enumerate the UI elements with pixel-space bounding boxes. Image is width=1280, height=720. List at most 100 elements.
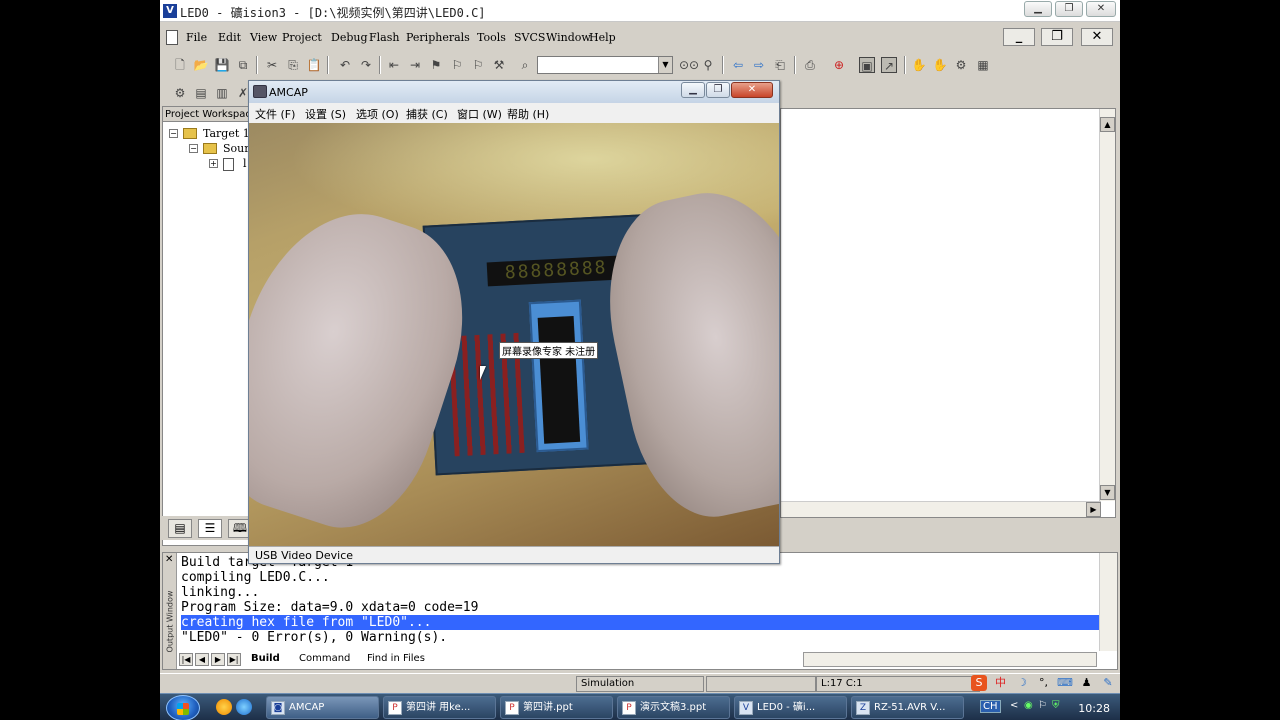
maximize-button[interactable]: ❐ [1055,1,1083,17]
bookmark-prev-icon[interactable]: ⚐ [470,57,486,73]
tab-last-icon[interactable]: ▶| [227,653,241,666]
mdi-close-button[interactable]: ✕ [1081,28,1113,46]
open-folder-icon[interactable]: 📂 [193,57,209,73]
save-all-icon[interactable]: ⧉ [235,57,251,73]
amcap-menu-window[interactable]: 窗口 (W) [457,106,502,122]
close-button[interactable]: ✕ [1086,1,1116,17]
mdi-restore-button[interactable]: ❐ [1041,28,1073,46]
tab-build[interactable]: Build [251,653,280,664]
collapse-icon[interactable]: − [169,129,178,138]
minimize-button[interactable]: ▁ [1024,1,1052,17]
scroll-down-icon[interactable]: ▼ [1100,485,1115,500]
menu-debug[interactable]: Debug [331,31,368,44]
amcap-minimize-button[interactable]: ▁ [681,82,705,98]
menu-view[interactable]: View [250,31,277,44]
hand-config-icon[interactable]: ✋ [932,57,948,73]
amcap-close-button[interactable]: ✕ [731,82,773,98]
collapse-icon[interactable]: − [189,144,198,153]
menu-file[interactable]: File [186,31,207,44]
tree-target[interactable]: Target 1 [203,127,250,140]
editor-vertical-scrollbar[interactable]: ▲ ▼ [1099,109,1115,501]
chevron-left-icon[interactable]: < [1010,700,1018,711]
task-rz51[interactable]: Z RZ-51.AVR V... [851,696,964,719]
task-ppt-3[interactable]: P 演示文稿3.ppt [617,696,730,719]
start-button[interactable] [166,695,200,720]
arrow-right-icon[interactable]: ⇨ [751,57,767,73]
copy-icon[interactable]: ⎘ [285,57,301,73]
workspace-toggle-icon[interactable]: ▣ [859,57,875,73]
scroll-right-icon[interactable]: ▶ [1086,502,1101,517]
ie-quicklaunch-icon[interactable] [236,699,252,715]
bookmark-clear-icon[interactable]: ⚒ [491,57,507,73]
language-indicator[interactable]: CH [980,700,1001,713]
chevron-down-icon[interactable]: ▼ [658,57,672,73]
menu-flash[interactable]: Flash [369,31,399,44]
scroll-up-icon[interactable]: ▲ [1100,117,1115,132]
registers-tab-icon[interactable]: ☰ [198,519,222,538]
tab-first-icon[interactable]: |◀ [179,653,193,666]
editor-pane[interactable]: ▲ ▼ ▶ [780,108,1116,518]
undo-icon[interactable]: ↶ [337,57,353,73]
new-file-icon[interactable]: 🗋 [172,57,188,73]
menu-project[interactable]: Project [282,31,322,44]
menu-svcs[interactable]: SVCS [514,31,545,44]
tree-source-file[interactable]: l [243,157,247,170]
translate-icon[interactable]: ⚙ [172,85,188,101]
output-vertical-scrollbar[interactable] [1099,553,1117,651]
menu-peripherals[interactable]: Peripherals [406,31,470,44]
configure-icon[interactable]: ⚙ [953,57,969,73]
task-amcap[interactable]: ◙ AMCAP [266,696,379,719]
find-combo[interactable]: ▼ [537,56,673,74]
menu-tools[interactable]: Tools [477,31,506,44]
amcap-menu-options[interactable]: 选项 (O) [356,106,399,122]
tab-next-icon[interactable]: ▶ [211,653,225,666]
tools-icon[interactable]: ✎ [1100,675,1116,691]
menu-help[interactable]: Help [589,31,616,44]
save-icon[interactable]: 💾 [214,57,230,73]
editor-horizontal-scrollbar[interactable]: ▶ [781,501,1101,517]
find-binoculars-icon[interactable]: ⊙⊙ [679,57,699,73]
bookmark-next-icon[interactable]: ⚐ [449,57,465,73]
mdi-minimize-button[interactable]: _ [1003,28,1035,46]
punctuation-icon[interactable]: °, [1036,675,1052,691]
menu-window[interactable]: Window [546,31,591,44]
tab-prev-icon[interactable]: ◀ [195,653,209,666]
indent-icon[interactable]: ⇤ [386,57,402,73]
tab-find-in-files[interactable]: Find in Files [367,653,425,664]
amcap-menu-help[interactable]: 帮助 (H) [507,106,549,122]
build-icon[interactable]: ▤ [193,85,209,101]
tree-source-group[interactable]: Sour [223,142,250,155]
unindent-icon[interactable]: ⇥ [407,57,423,73]
amcap-title-bar[interactable]: AMCAP ▁ ❐ ✕ [249,81,779,103]
files-tab-icon[interactable]: ▤ [168,519,192,538]
rebuild-icon[interactable]: ▥ [214,85,230,101]
half-width-icon[interactable]: ☽ [1014,675,1030,691]
browser-quicklaunch-icon[interactable] [216,699,232,715]
output-horizontal-scrollbar[interactable] [803,652,1097,667]
memory-icon[interactable]: ▦ [975,57,991,73]
keyboard-icon[interactable]: ⌨ [1057,675,1073,691]
amcap-menu-file[interactable]: 文件 (F) [255,106,295,122]
task-uvision[interactable]: V LED0 - 礦i... [734,696,847,719]
task-word-doc[interactable]: P 第四讲 用ke... [383,696,496,719]
tab-command[interactable]: Command [299,653,350,664]
task-ppt-4[interactable]: P 第四讲.ppt [500,696,613,719]
network-icon[interactable]: ◉ [1024,700,1033,711]
redo-icon[interactable]: ↷ [358,57,374,73]
amcap-window[interactable]: AMCAP ▁ ❐ ✕ 文件 (F) 设置 (S) 选项 (O) 捕获 (C) … [248,80,780,564]
clock[interactable]: 10:28 [1078,702,1110,715]
find-files-icon[interactable]: ⌕ [517,57,533,73]
flag-icon[interactable]: ⚐ [1038,700,1047,711]
sogou-icon[interactable]: S [971,675,987,691]
amcap-maximize-button[interactable]: ❐ [706,82,730,98]
zoom-icon[interactable]: ⊕ [831,57,847,73]
shield-icon[interactable]: ⛨ [1052,700,1060,711]
expand-icon[interactable]: + [209,159,218,168]
amcap-menu-capture[interactable]: 捕获 (C) [406,106,448,122]
arrow-left-icon[interactable]: ⇦ [730,57,746,73]
user-icon[interactable]: ♟ [1079,675,1095,691]
document-icon[interactable] [166,30,178,45]
cut-icon[interactable]: ✂ [264,57,280,73]
bookmark-toggle-icon[interactable]: ⚑ [428,57,444,73]
amcap-menu-settings[interactable]: 设置 (S) [305,106,346,122]
